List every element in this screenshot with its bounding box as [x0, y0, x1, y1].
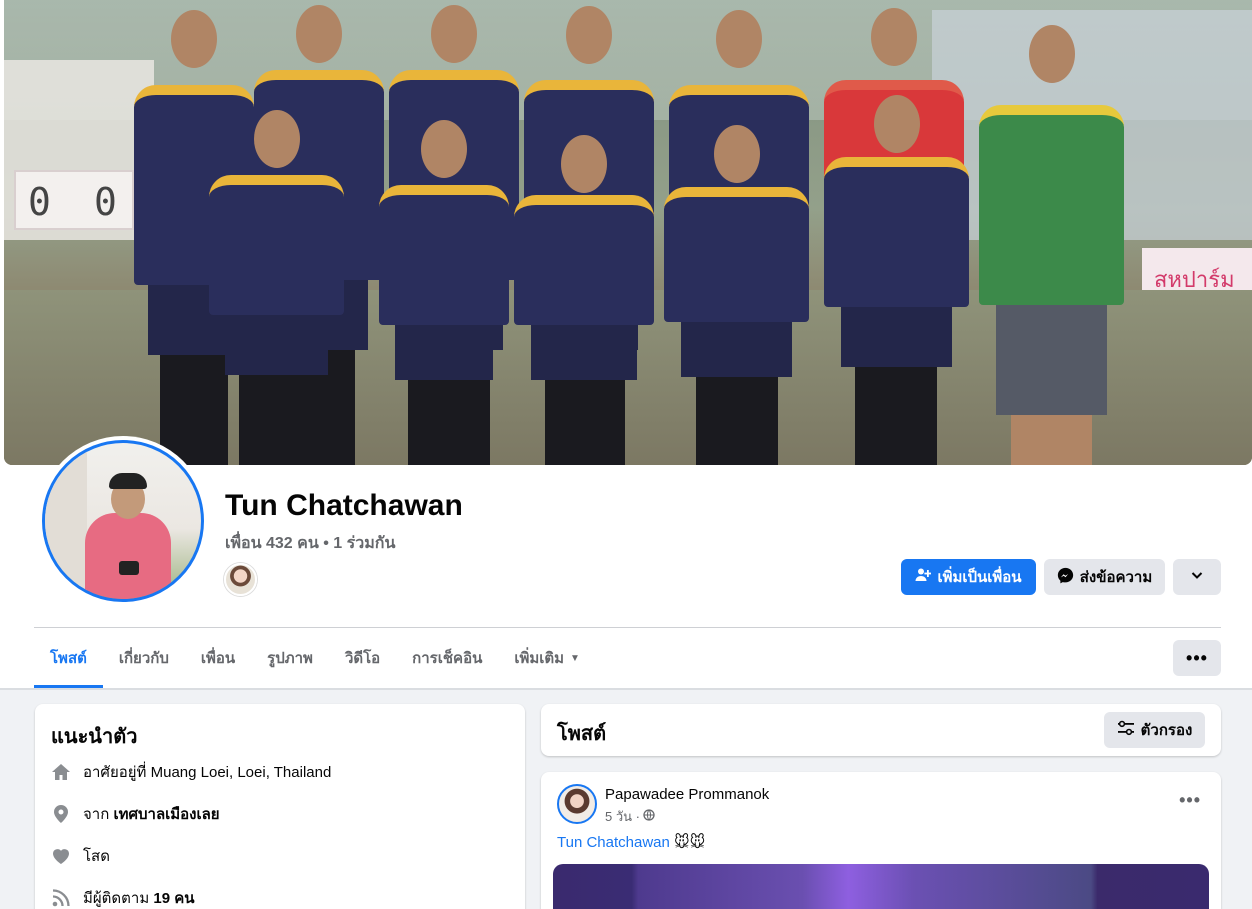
posts-header-card: โพสต์ ตัวกรอง	[541, 704, 1221, 756]
tab-label: โพสต์	[50, 650, 87, 667]
post-meta: 5 วัน ·	[605, 806, 655, 827]
profile-tabs: โพสต์ เกี่ยวกับ เพื่อน รูปภาพ วิดีโอ การ…	[34, 628, 596, 688]
messenger-icon	[1057, 567, 1074, 588]
intro-followers: มีผู้ติดตาม 19 คน	[51, 886, 195, 909]
tab-label: รูปภาพ	[267, 650, 313, 667]
team-player	[664, 125, 809, 465]
friends-summary[interactable]: เพื่อน 432 คน • 1 ร่วมกัน	[225, 531, 395, 556]
followers-value[interactable]: 19 คน	[153, 890, 194, 907]
filter-button[interactable]: ตัวกรอง	[1104, 712, 1205, 748]
chevron-down-icon	[1190, 568, 1204, 586]
tab-label: เพื่อน	[200, 650, 236, 667]
tab-about[interactable]: เกี่ยวกับ	[103, 628, 185, 688]
tab-label: เพิ่มเติม	[514, 650, 565, 667]
tab-videos[interactable]: วิดีโอ	[329, 628, 396, 688]
from-value[interactable]: เทศบาลเมืองเลย	[113, 806, 219, 823]
intro-from: จาก เทศบาลเมืองเลย	[51, 802, 220, 826]
post-card: Papawadee Prommanok 5 วัน · ••• Tun Chat…	[541, 772, 1221, 909]
from-prefix: จาก	[83, 806, 110, 823]
lives-value[interactable]: Muang Loei, Loei, Thailand	[151, 764, 332, 781]
add-friend-label: เพิ่มเป็นเพื่อน	[937, 569, 1022, 586]
intro-title: แนะนำตัว	[51, 726, 138, 748]
team-staff	[979, 0, 1124, 465]
caret-down-icon: ▼	[570, 652, 580, 664]
tab-label: เกี่ยวกับ	[118, 650, 169, 667]
intro-card: แนะนำตัว อาศัยอยู่ที่ Muang Loei, Loei, …	[35, 704, 525, 909]
tab-label: วิดีโอ	[344, 650, 381, 667]
heart-icon	[51, 846, 71, 866]
profile-header: 0 0 สหปาร์ม Tun Chatchawan เพื่อน 432 คน…	[0, 0, 1252, 688]
post-author-name[interactable]: Papawadee Prommanok	[605, 786, 769, 803]
team-player	[379, 120, 509, 465]
post-options-button[interactable]: •••	[1179, 790, 1201, 811]
home-icon	[51, 762, 71, 782]
intro-lives-in: อาศัยอยู่ที่ Muang Loei, Loei, Thailand	[51, 760, 331, 784]
team-player	[514, 135, 654, 465]
tab-checkins[interactable]: การเช็คอิน	[396, 628, 498, 688]
rss-icon	[51, 888, 71, 908]
tabs-ellipsis-button[interactable]: •••	[1173, 640, 1221, 676]
mutual-friend-avatar[interactable]	[224, 563, 257, 596]
more-options-dropdown-button[interactable]	[1173, 559, 1221, 595]
team-player	[209, 110, 344, 465]
scoreboard-left: 0	[28, 180, 51, 224]
tab-photos[interactable]: รูปภาพ	[251, 628, 329, 688]
add-friend-button[interactable]: เพิ่มเป็นเพื่อน	[901, 559, 1036, 595]
ellipsis-icon: •••	[1179, 790, 1201, 810]
lives-prefix: อาศัยอยู่ที่	[83, 764, 147, 781]
tab-more[interactable]: เพิ่มเติม ▼	[498, 628, 596, 688]
scoreboard-right: 0	[94, 180, 117, 224]
sliders-icon	[1117, 720, 1135, 740]
tab-label: การเช็คอิน	[412, 650, 483, 667]
post-time[interactable]: 5 วัน ·	[605, 806, 640, 827]
globe-icon	[643, 809, 655, 824]
profile-avatar-ring[interactable]	[38, 436, 208, 606]
message-button[interactable]: ส่งข้อความ	[1044, 559, 1165, 595]
followers-prefix: มีผู้ติดตาม	[83, 890, 150, 907]
cover-photo[interactable]: 0 0 สหปาร์ม	[4, 0, 1252, 465]
post-media[interactable]	[553, 864, 1209, 909]
post-author-avatar[interactable]	[557, 784, 597, 824]
intro-relationship: โสด	[51, 844, 110, 868]
ellipsis-icon: •••	[1186, 647, 1208, 668]
relationship-value: โสด	[83, 848, 110, 865]
tag-emoji: 🐭🐭	[674, 834, 706, 851]
tab-friends[interactable]: เพื่อน	[185, 628, 251, 688]
profile-name: Tun Chatchawan	[225, 489, 463, 522]
person-plus-icon	[915, 567, 932, 587]
cover-scoreboard: 0 0	[14, 170, 134, 230]
filter-label: ตัวกรอง	[1140, 722, 1193, 739]
profile-avatar[interactable]	[42, 440, 204, 602]
header-shadow	[0, 688, 1252, 690]
message-label: ส่งข้อความ	[1079, 569, 1153, 586]
tagged-profile-link[interactable]: Tun Chatchawan	[557, 834, 670, 851]
location-pin-icon	[51, 804, 71, 824]
team-player	[824, 95, 969, 465]
tab-posts[interactable]: โพสต์	[34, 628, 103, 688]
posts-title: โพสต์	[557, 723, 607, 745]
post-tag-line: Tun Chatchawan 🐭🐭	[557, 833, 705, 851]
